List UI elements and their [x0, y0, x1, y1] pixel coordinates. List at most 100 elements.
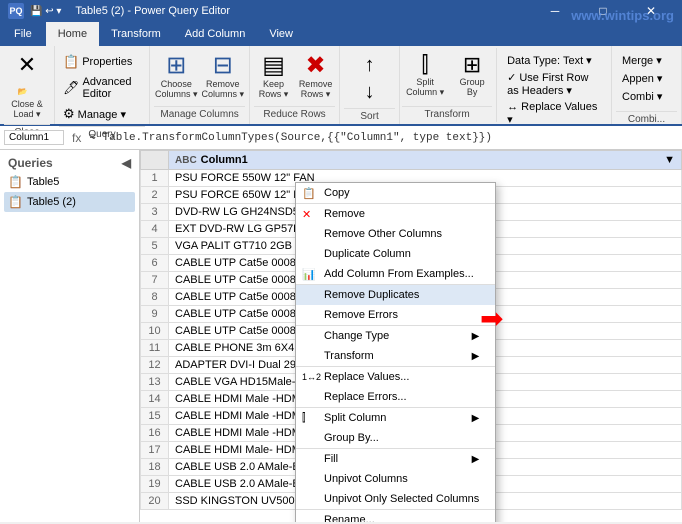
ctx-add-column-examples[interactable]: 📊 Add Column From Examples... [296, 264, 495, 284]
merge-button[interactable]: Merge ▾ [618, 52, 675, 69]
row-number-cell: 1 [141, 170, 169, 187]
keep-rows-icon: ▤ [262, 54, 285, 78]
choose-columns-icon: ⊞ [166, 54, 186, 78]
split-column-icon: ⫿ [422, 54, 429, 76]
query-item-table5[interactable]: 📋 Table5 [4, 172, 135, 192]
ctx-duplicate-column[interactable]: Duplicate Column [296, 244, 495, 264]
sort-asc-button[interactable]: ↑ [350, 52, 390, 79]
queries-collapse-icon[interactable]: ◀ [122, 156, 131, 170]
group-sort-label: Sort [344, 108, 395, 124]
ctx-copy-icon: 📋 [302, 187, 316, 200]
properties-button[interactable]: 📋 Properties [59, 52, 145, 72]
ctx-remove-icon: ✕ [302, 208, 311, 221]
tab-file[interactable]: File [0, 22, 46, 46]
ribbon-group-combine: Merge ▾ Appen ▾ Combi ▾ Combi... [612, 46, 682, 124]
ctx-remove-errors[interactable]: Remove Errors [296, 305, 495, 325]
group-combine-label: Combi... [616, 111, 677, 127]
main-area: Queries ◀ 📋 Table5 📋 Table5 (2) ABC [0, 150, 682, 522]
ribbon-group-close: ✕📂 Close &Load ▾ Close [0, 46, 55, 124]
append-button[interactable]: Appen ▾ [618, 70, 675, 87]
formula-name-box[interactable] [4, 130, 64, 145]
close-load-icon: ✕📂 [18, 54, 36, 98]
col-dropdown-icon[interactable]: ▼ [664, 154, 675, 166]
ctx-remove-other-columns[interactable]: Remove Other Columns [296, 224, 495, 244]
combine-button[interactable]: Combi ▾ [618, 88, 675, 105]
ctx-remove-duplicates[interactable]: Remove Duplicates [296, 284, 495, 305]
row-number-cell: 15 [141, 408, 169, 425]
ribbon-group-sort: ↑ ↓ Sort [340, 46, 400, 124]
ribbon-group-query: 📋 Properties 🖊 Advanced Editor ⚙ Manage … [55, 46, 150, 124]
row-number-cell: 6 [141, 255, 169, 272]
ctx-fill-arrow: ▶ [472, 454, 480, 465]
group-transform-sublabel: Transform [402, 106, 492, 122]
row-number-cell: 9 [141, 306, 169, 323]
remove-rows-icon: ✖ [306, 54, 326, 78]
replace-values-ribbon-button[interactable]: ↔ Replace Values ▾ [503, 99, 607, 128]
ctx-change-type[interactable]: Change Type ▶ [296, 325, 495, 346]
row-number-cell: 10 [141, 323, 169, 340]
ctx-fill[interactable]: Fill ▶ [296, 448, 495, 469]
ctx-add-column-icon: 📊 [302, 268, 316, 281]
use-first-row-button[interactable]: ✓ Use First Row as Headers ▾ [503, 69, 607, 99]
choose-columns-button[interactable]: ⊞ ChooseColumns ▾ [154, 52, 199, 102]
formula-expression: = Table.TransformColumnTypes(Source,{{"C… [89, 132, 678, 144]
ctx-remove[interactable]: ✕ Remove [296, 203, 495, 224]
query-table5-icon: 📋 [8, 175, 23, 189]
manage-icon: ⚙ [63, 106, 75, 122]
context-menu: 📋 Copy ✕ Remove Remove Other Columns Dup… [295, 182, 496, 522]
ctx-unpivot-columns[interactable]: Unpivot Columns [296, 469, 495, 489]
row-number-cell: 18 [141, 459, 169, 476]
manage-button[interactable]: ⚙ Manage ▾ [59, 104, 145, 124]
ctx-transform-arrow: ▶ [472, 351, 480, 362]
formula-fx-label: fx [68, 131, 85, 145]
ctx-split-column[interactable]: ⫿ Split Column ▶ [296, 407, 495, 428]
ribbon-group-transform: ⫿ SplitColumn ▾ ⊞ GroupBy Transform Data… [400, 46, 612, 124]
row-number-cell: 19 [141, 476, 169, 493]
group-reduce-rows-label: Reduce Rows [254, 106, 335, 122]
ctx-transform[interactable]: Transform ▶ [296, 346, 495, 366]
tab-home[interactable]: Home [46, 22, 99, 46]
row-number-cell: 20 [141, 493, 169, 510]
app-icon: PQ [8, 3, 24, 19]
row-number-cell: 3 [141, 204, 169, 221]
ctx-replace-values[interactable]: 1↔2 Replace Values... [296, 366, 495, 387]
row-number-cell: 7 [141, 272, 169, 289]
ctx-replace-errors[interactable]: Replace Errors... [296, 387, 495, 407]
row-number-cell: 14 [141, 391, 169, 408]
row-number-cell: 16 [141, 425, 169, 442]
window-title: Table5 (2) - Power Query Editor [75, 5, 230, 17]
quick-access: 💾 ↩ ▾ [30, 6, 61, 17]
ctx-split-arrow: ▶ [472, 413, 480, 424]
row-number-cell: 13 [141, 374, 169, 391]
data-type-button[interactable]: Data Type: Text ▾ [503, 52, 607, 69]
remove-rows-button[interactable]: ✖ RemoveRows ▾ [296, 52, 336, 102]
keep-rows-button[interactable]: ▤ KeepRows ▾ [254, 52, 294, 102]
row-number-header [141, 151, 169, 170]
advanced-editor-button[interactable]: 🖊 Advanced Editor [59, 74, 145, 102]
group-by-icon: ⊞ [463, 54, 481, 76]
ctx-copy[interactable]: 📋 Copy [296, 183, 495, 203]
close-load-button[interactable]: ✕📂 Close &Load ▾ [7, 52, 47, 122]
ribbon-group-manage-columns: ⊞ ChooseColumns ▾ ⊟ RemoveColumns ▾ Mana… [150, 46, 250, 124]
row-number-cell: 5 [141, 238, 169, 255]
group-by-button[interactable]: ⊞ GroupBy [452, 52, 492, 99]
tab-add-column[interactable]: Add Column [173, 22, 258, 46]
split-column-button[interactable]: ⫿ SplitColumn ▾ [402, 52, 448, 100]
query-item-table5-2[interactable]: 📋 Table5 (2) [4, 192, 135, 212]
queries-panel: Queries ◀ 📋 Table5 📋 Table5 (2) [0, 150, 140, 522]
row-number-cell: 12 [141, 357, 169, 374]
ctx-group-by[interactable]: Group By... [296, 428, 495, 448]
advanced-editor-icon: 🖊 [63, 80, 80, 96]
col-type-icon: ABC [175, 155, 197, 166]
tab-transform[interactable]: Transform [99, 22, 173, 46]
ctx-rename[interactable]: Rename... [296, 509, 495, 522]
row-number-cell: 17 [141, 442, 169, 459]
group-manage-columns-label: Manage Columns [154, 106, 245, 122]
tab-view[interactable]: View [257, 22, 305, 46]
sort-desc-button[interactable]: ↓ [350, 79, 390, 106]
remove-columns-button[interactable]: ⊟ RemoveColumns ▾ [201, 52, 246, 102]
ctx-unpivot-selected[interactable]: Unpivot Only Selected Columns [296, 489, 495, 509]
ctx-change-type-arrow: ▶ [472, 331, 480, 342]
arrow-indicator: ➡ [480, 302, 503, 335]
column1-header[interactable]: ABC Column1 ▼ [169, 151, 682, 170]
